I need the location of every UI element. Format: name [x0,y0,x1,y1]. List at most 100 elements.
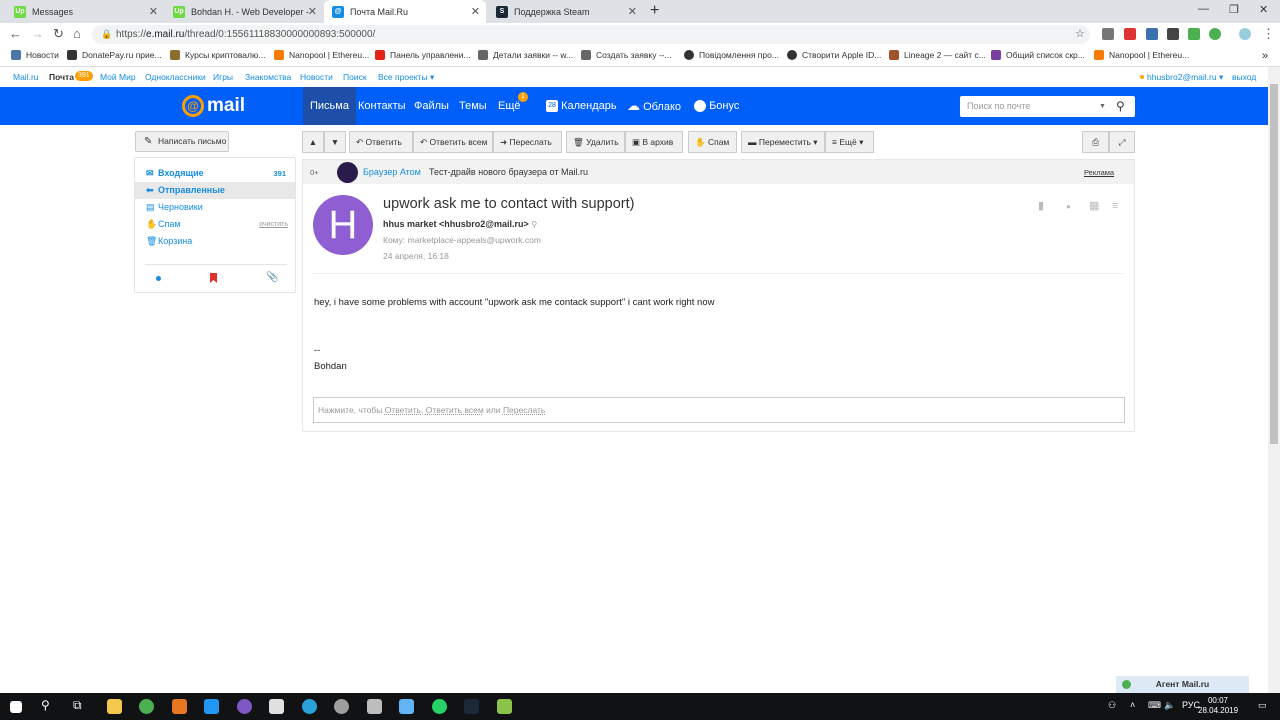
clear-spam-link[interactable]: очистить [259,216,288,233]
app-icon[interactable] [497,699,512,714]
quick-reply-link[interactable]: Ответить [385,405,421,415]
task-view-icon[interactable]: ⧉ [73,698,82,713]
move-button[interactable]: ▬ Переместить ▾ [741,131,825,153]
tab-upwork-profile[interactable]: Up Bohdan H. - Web Developer - Up ✕ [165,0,323,23]
scrollbar-thumb[interactable] [1270,84,1278,444]
bookmark-item[interactable]: Создать заявку --... [581,50,672,60]
agent-widget[interactable]: Агент Mail.ru [1116,676,1249,693]
recipient-address[interactable]: marketplace-appeals@upwork.com [408,235,541,245]
bookmark-item[interactable]: Панель управлени... [375,50,471,60]
chrome-icon[interactable] [139,699,154,714]
portal-link-games[interactable]: Игры [213,72,233,82]
nav-files[interactable]: Файлы [414,87,449,125]
nav-themes[interactable]: Темы [459,87,487,125]
forward-icon[interactable]: → [31,26,44,41]
read-status-icon[interactable]: ● [1066,201,1077,212]
bookmark-item[interactable]: Повідомлення про... [684,50,779,60]
ad-brand[interactable]: Браузер Атом [363,167,421,177]
portal-link-dating[interactable]: Знакомства [245,72,291,82]
close-icon[interactable]: ✕ [471,5,480,18]
folder-sent[interactable]: ⬅ Отправленные [135,182,295,199]
logout-link[interactable]: выход [1232,72,1256,82]
compose-button[interactable]: ✎ Написать письмо [135,131,229,152]
extension-link-icon[interactable] [1102,28,1114,40]
people-icon[interactable]: ⚇ [1108,700,1116,711]
profile-avatar-icon[interactable] [1239,28,1251,40]
maximize-icon[interactable]: ❐ [1229,3,1239,16]
app-icon[interactable] [269,699,284,714]
portal-link-mailru[interactable]: Mail.ru [13,72,39,82]
next-message-button[interactable]: ▼ [324,131,346,153]
telegram-icon[interactable] [302,699,317,714]
reply-button[interactable]: ↶ Ответить [349,131,413,153]
more-actions-button[interactable]: ≡ Ещё ▾ [825,131,874,153]
network-icon[interactable]: ⌨ [1148,700,1161,711]
minimize-icon[interactable]: — [1198,3,1209,15]
steam-icon[interactable] [464,699,479,714]
nav-calendar[interactable]: 28 Календарь [546,87,617,125]
portal-link-all-projects[interactable]: Все проекты ▾ [378,72,434,83]
close-icon[interactable]: ✕ [149,5,158,18]
url-input[interactable]: 🔒 https://e.mail.ru/thread/0:15561118830… [92,25,1090,44]
message-from[interactable]: hhus market <hhusbro2@mail.ru> ⚲ [383,219,537,229]
nav-more[interactable]: Ещё 1 [498,87,528,125]
search-icon[interactable]: ⚲ [1116,96,1125,117]
search-icon[interactable]: ⚲ [531,220,537,229]
extension-adblock-icon[interactable] [1124,28,1136,40]
new-tab-button[interactable]: + [650,2,659,20]
nav-bonus[interactable]: Бонус [694,87,739,125]
app-icon[interactable] [334,699,349,714]
app-icon[interactable] [399,699,414,714]
folder-inbox[interactable]: ✉ Входящие 391 [135,165,295,182]
home-icon[interactable]: ⌂ [73,26,81,41]
sublime-icon[interactable] [172,699,187,714]
quick-reply-all-link[interactable]: Ответить всем [426,405,484,415]
bookmark-item[interactable]: Nanopool | Ethereu... [1094,50,1189,60]
close-icon[interactable]: ✕ [308,5,317,18]
reply-all-button[interactable]: ↶ Ответить всем [413,131,493,153]
sender-address[interactable]: hhus market <hhusbro2@mail.ru> [383,219,529,229]
user-menu[interactable]: hhusbro2@mail.ru ▾ [1147,72,1223,83]
tab-steam[interactable]: S Поддержка Steam ✕ [488,0,643,23]
attachment-filter-icon[interactable]: 📎 [266,272,278,283]
app-icon[interactable] [367,699,382,714]
extension-translate-icon[interactable] [1146,28,1158,40]
bookmark-item[interactable]: Общий список скр... [991,50,1085,60]
menu-icon[interactable]: ⋮ [1262,26,1275,42]
search-dropdown-icon[interactable]: ▼ [1099,96,1106,117]
portal-link-ok[interactable]: Одноклассники [145,72,206,82]
close-icon[interactable]: ✕ [628,5,637,18]
close-window-icon[interactable]: ✕ [1259,3,1268,16]
tab-mail[interactable]: @ Почта Mail.Ru ✕ [324,0,486,23]
extension-lock-icon[interactable] [1167,28,1179,40]
bookmark-item[interactable]: DonatePay.ru прие... [67,50,162,60]
folder-drafts[interactable]: ▤ Черновики [135,199,295,216]
mail-search-input[interactable]: Поиск по почте ▼ ⚲ [960,96,1135,117]
quick-forward-link[interactable]: Переслать [503,405,545,415]
quick-reply-box[interactable]: Нажмите, чтобы Ответить, Ответить всем и… [313,397,1125,423]
back-icon[interactable]: ← [9,26,22,41]
file-explorer-icon[interactable] [107,699,122,714]
ad-label[interactable]: Реклама [1084,168,1114,177]
tab-messages[interactable]: Up Messages ✕ [6,0,164,23]
portal-link-moy-mir[interactable]: Мой Мир [100,72,136,82]
message-menu-icon[interactable]: ≡ [1112,201,1123,212]
taskbar-clock[interactable]: 00:07 28.04.2019 [1198,696,1238,716]
archive-button[interactable]: ▣ В архив [625,131,683,153]
bookmark-item[interactable]: Детали заявки -- w... [478,50,573,60]
bookmark-item[interactable]: Lineage 2 — сайт с... [889,50,986,60]
extension-save-icon[interactable] [1209,28,1221,40]
delete-button[interactable]: 🗑 Удалить [566,131,625,153]
nav-contacts[interactable]: Контакты [358,87,406,125]
notifications-icon[interactable]: ▭ [1258,700,1267,711]
nav-letters[interactable]: Письма [303,87,356,125]
tray-expand-icon[interactable]: ˄ [1130,700,1135,710]
flag-filter-icon[interactable] [210,273,217,283]
reload-icon[interactable]: ↻ [53,26,64,42]
mail-logo[interactable]: @ mail [182,95,245,117]
spam-button[interactable]: ✋ Спам [688,131,737,153]
folder-trash[interactable]: 🗑 Корзина [135,233,295,250]
portal-link-pochta[interactable]: Почта [49,72,74,82]
folder-spam[interactable]: ✋ Спам очистить [135,216,295,233]
vscode-icon[interactable] [204,699,219,714]
